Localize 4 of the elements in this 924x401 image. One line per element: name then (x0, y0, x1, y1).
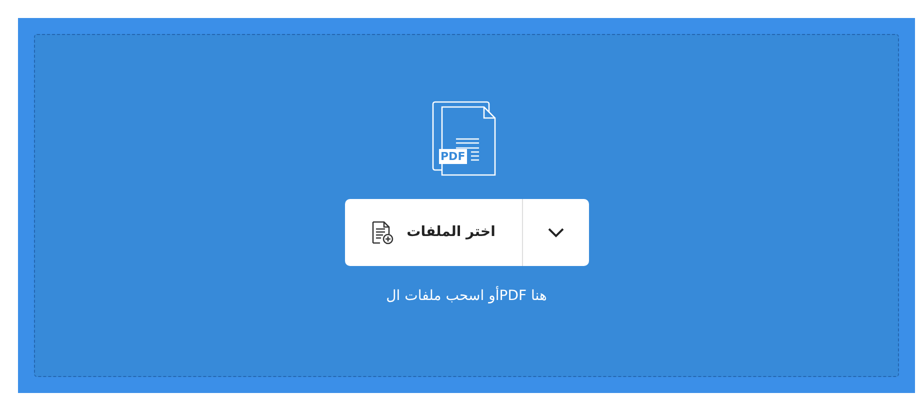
pdf-label: PDF (438, 149, 468, 164)
drop-hint: هنا PDFأو اسحب ملفات ال (386, 286, 547, 306)
chevron-down-icon (548, 228, 564, 238)
add-document-icon (370, 220, 395, 244)
